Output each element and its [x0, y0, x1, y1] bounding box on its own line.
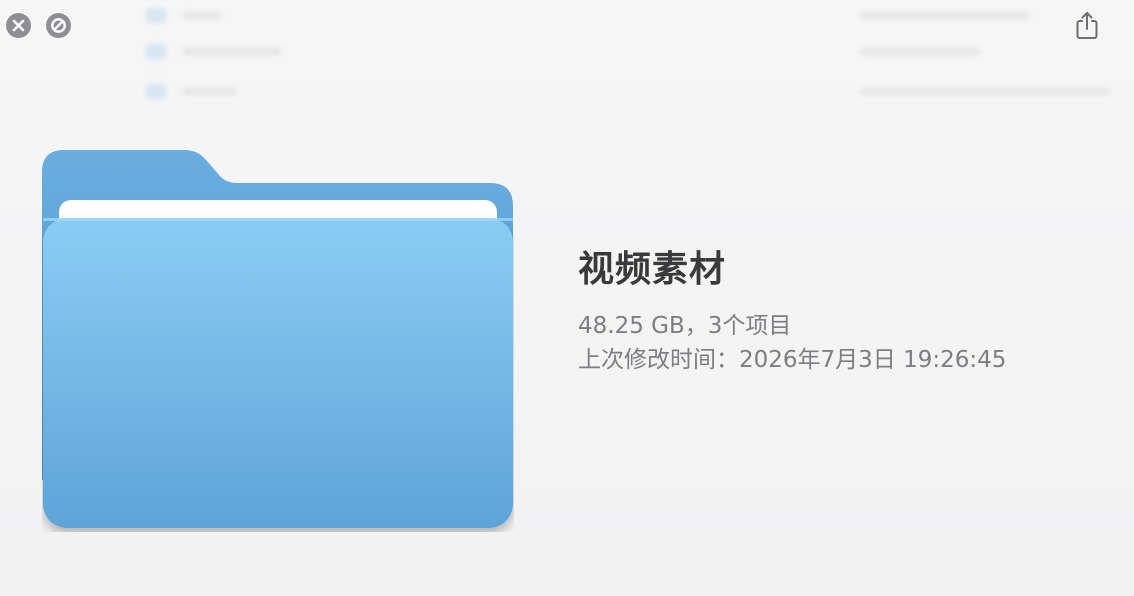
list-item	[110, 78, 1120, 107]
folder-icon	[146, 44, 166, 59]
folder-icon	[42, 150, 514, 532]
share-button[interactable]	[1074, 10, 1100, 40]
list-item	[110, 2, 1120, 31]
list-item	[110, 38, 1120, 67]
close-button[interactable]	[6, 13, 31, 38]
quick-look-window: 视频素材 48.25 GB，3个项目 上次修改时间：2026年7月3日 19:2…	[0, 0, 1134, 596]
folder-icon	[146, 8, 166, 23]
background-file-list	[110, 0, 1120, 120]
file-name: 视频素材	[578, 249, 727, 290]
fullscreen-button[interactable]	[46, 13, 71, 38]
share-icon	[1076, 12, 1098, 39]
close-icon	[12, 19, 25, 32]
fullscreen-icon	[51, 18, 66, 33]
folder-icon	[146, 84, 166, 99]
file-size-and-count: 48.25 GB，3个项目	[578, 313, 792, 339]
file-info: 视频素材 48.25 GB，3个项目 上次修改时间：2026年7月3日 19:2…	[578, 244, 1108, 376]
modified-date: 上次修改时间：2026年7月3日 19:26:45	[578, 347, 1007, 373]
